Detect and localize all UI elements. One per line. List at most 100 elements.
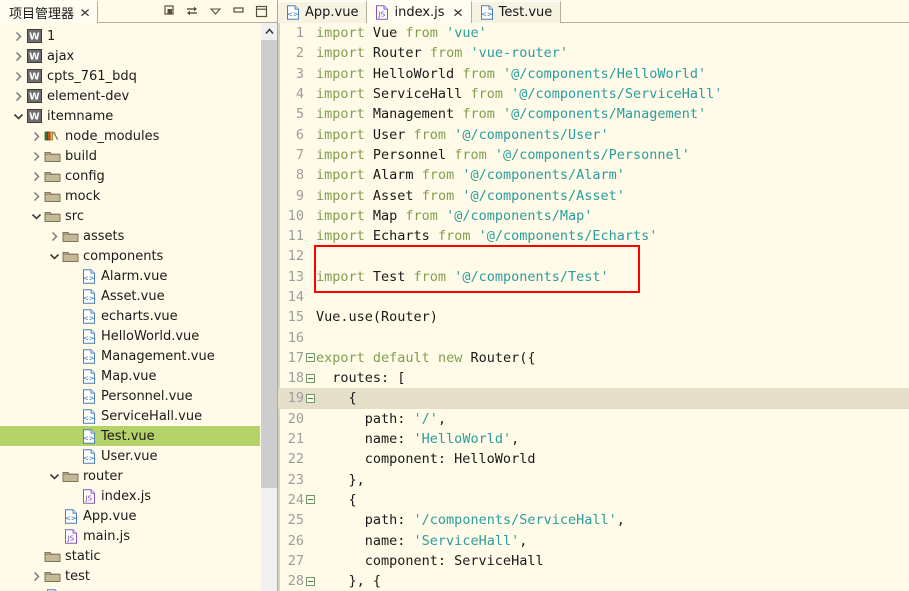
code-line[interactable]: 23 }, bbox=[278, 470, 909, 490]
line-number: 9 bbox=[295, 187, 304, 204]
code-line[interactable]: 19 { bbox=[278, 388, 909, 409]
tree-item-label: index.js bbox=[101, 488, 152, 504]
editor-tab-test-vue[interactable]: <> Test.vue bbox=[471, 1, 562, 23]
code-line[interactable]: 11 import Echarts from '@/components/Echa… bbox=[278, 226, 909, 246]
tree-item-build[interactable]: build bbox=[0, 146, 260, 166]
tree-item-management-vue[interactable]: <> Management.vue bbox=[0, 346, 260, 366]
scrollbar-thumb[interactable] bbox=[261, 40, 277, 488]
chevron-right-icon[interactable] bbox=[10, 48, 26, 64]
chevron-right-icon[interactable] bbox=[28, 128, 44, 144]
tree-item-ajax[interactable]: Wajax bbox=[0, 46, 260, 66]
chevron-right-icon[interactable] bbox=[10, 68, 26, 84]
tree-item-config[interactable]: config bbox=[0, 166, 260, 186]
view-menu-icon[interactable] bbox=[208, 4, 223, 19]
tree-item-element-dev[interactable]: Welement-dev bbox=[0, 86, 260, 106]
tree-item-asset-vue[interactable]: <> Asset.vue bbox=[0, 286, 260, 306]
code-line[interactable]: 2 import Router from 'vue-router' bbox=[278, 43, 909, 63]
code-line[interactable]: 28 }, { bbox=[278, 571, 909, 591]
code-editor[interactable]: 1 import Vue from 'vue' 2 import Router fro… bbox=[278, 23, 909, 591]
chevron-down-icon[interactable] bbox=[28, 208, 44, 224]
tree-item-node-modules[interactable]: node_modules bbox=[0, 126, 260, 146]
tree-item-label: Map.vue bbox=[101, 368, 157, 384]
chevron-down-icon[interactable] bbox=[46, 248, 62, 264]
code-text: { bbox=[316, 390, 357, 407]
collapse-all-icon[interactable] bbox=[162, 4, 177, 19]
chevron-right-icon[interactable] bbox=[28, 168, 44, 184]
tree-item-map-vue[interactable]: <> Map.vue bbox=[0, 366, 260, 386]
tree-item-static[interactable]: static bbox=[0, 546, 260, 566]
code-line[interactable]: 1 import Vue from 'vue' bbox=[278, 23, 909, 43]
chevron-down-icon[interactable] bbox=[10, 108, 26, 124]
code-line[interactable]: 21 name: 'HelloWorld', bbox=[278, 429, 909, 449]
tree-item-assets[interactable]: assets bbox=[0, 226, 260, 246]
fold-collapse-icon[interactable] bbox=[304, 393, 316, 403]
code-line[interactable]: 26 name: 'ServiceHall', bbox=[278, 530, 909, 550]
chevron-right-icon[interactable] bbox=[28, 568, 44, 584]
fold-collapse-icon[interactable] bbox=[304, 353, 316, 363]
code-line[interactable]: 16 bbox=[278, 327, 909, 347]
tree-item[interactable]: <> bbox=[0, 586, 260, 591]
project-tree[interactable]: W 1 Wajax Wcpts_761_bdq Welement-dev Witemnam… bbox=[0, 23, 260, 591]
code-line[interactable]: 22 component: HelloWorld bbox=[278, 449, 909, 469]
chevron-right-icon[interactable] bbox=[10, 88, 26, 104]
maximize-icon[interactable] bbox=[254, 4, 269, 19]
tree-item-test-vue[interactable]: <> Test.vue bbox=[0, 426, 260, 446]
code-line[interactable]: 6 import User from '@/components/User' bbox=[278, 124, 909, 144]
chevron-right-icon[interactable] bbox=[10, 28, 26, 44]
chevron-right-icon[interactable] bbox=[28, 148, 44, 164]
tree-item-label: src bbox=[65, 208, 84, 224]
chevron-down-icon[interactable] bbox=[46, 468, 62, 484]
code-line[interactable]: 15 Vue.use(Router) bbox=[278, 307, 909, 327]
code-line[interactable]: 5 import Management from '@/components/Ma… bbox=[278, 104, 909, 124]
tab-project-explorer[interactable]: 项目管理器 ✕ bbox=[0, 1, 99, 23]
tree-item-main-js[interactable]: JS main.js bbox=[0, 526, 260, 546]
code-line[interactable]: 27 component: ServiceHall bbox=[278, 551, 909, 571]
tree-item-itemname[interactable]: Witemname bbox=[0, 106, 260, 126]
minimize-icon[interactable] bbox=[231, 4, 246, 19]
tree-item-app-vue[interactable]: <> App.vue bbox=[0, 506, 260, 526]
code-line[interactable]: 20 path: '/', bbox=[278, 409, 909, 429]
svg-text:JS: JS bbox=[84, 494, 92, 502]
code-line[interactable]: 12 bbox=[278, 246, 909, 266]
code-line[interactable]: 8 import Alarm from '@/components/Alarm' bbox=[278, 165, 909, 185]
code-line[interactable]: 13 import Test from '@/components/Test' bbox=[278, 267, 909, 287]
code-line[interactable]: 3 import HelloWorld from '@/components/He… bbox=[278, 64, 909, 84]
tree-item-router[interactable]: router bbox=[0, 466, 260, 486]
tree-item-mock[interactable]: mock bbox=[0, 186, 260, 206]
tree-item-index-js[interactable]: JS index.js bbox=[0, 486, 260, 506]
tree-item-user-vue[interactable]: <> User.vue bbox=[0, 446, 260, 466]
tree-item-echarts-vue[interactable]: <> echarts.vue bbox=[0, 306, 260, 326]
chevron-right-icon[interactable] bbox=[46, 228, 62, 244]
fold-collapse-icon[interactable] bbox=[304, 576, 316, 586]
svg-text:<>: <> bbox=[82, 414, 94, 422]
code-line[interactable]: 14 bbox=[278, 287, 909, 307]
tree-item-1[interactable]: W1 bbox=[0, 26, 260, 46]
code-line[interactable]: 4 import ServiceHall from '@/components/S… bbox=[278, 84, 909, 104]
editor-tab-app-vue[interactable]: <> App.vue bbox=[278, 1, 368, 23]
tree-item-cpts-761-bdq[interactable]: Wcpts_761_bdq bbox=[0, 66, 260, 86]
tree-item-components[interactable]: components bbox=[0, 246, 260, 266]
tree-item-personnel-vue[interactable]: <> Personnel.vue bbox=[0, 386, 260, 406]
close-icon[interactable]: ✕ bbox=[452, 7, 464, 19]
code-line[interactable]: 24 { bbox=[278, 490, 909, 510]
tree-item-test[interactable]: test bbox=[0, 566, 260, 586]
code-line[interactable]: 17 export default new Router({ bbox=[278, 348, 909, 368]
code-line[interactable]: 18 routes: [ bbox=[278, 368, 909, 388]
scroll-up-icon[interactable] bbox=[261, 23, 277, 40]
close-icon[interactable]: ✕ bbox=[79, 7, 91, 19]
code-line[interactable]: 9 import Asset from '@/components/Asset' bbox=[278, 185, 909, 205]
code-line[interactable]: 25 path: '/components/ServiceHall', bbox=[278, 510, 909, 530]
code-line[interactable]: 7 import Personnel from '@/components/Per… bbox=[278, 145, 909, 165]
fold-collapse-icon[interactable] bbox=[304, 495, 316, 505]
link-with-editor-icon[interactable] bbox=[185, 4, 200, 19]
tree-item-label: ajax bbox=[47, 48, 75, 64]
tree-item-src[interactable]: src bbox=[0, 206, 260, 226]
fold-collapse-icon[interactable] bbox=[304, 373, 316, 383]
code-line[interactable]: 10 import Map from '@/components/Map' bbox=[278, 206, 909, 226]
tree-item-helloworld-vue[interactable]: <> HelloWorld.vue bbox=[0, 326, 260, 346]
editor-tab-index-js[interactable]: JS index.js ✕ bbox=[367, 1, 472, 23]
chevron-right-icon[interactable] bbox=[28, 188, 44, 204]
tree-vertical-scrollbar[interactable] bbox=[260, 23, 277, 591]
tree-item-servicehall-vue[interactable]: <> ServiceHall.vue bbox=[0, 406, 260, 426]
tree-item-alarm-vue[interactable]: <> Alarm.vue bbox=[0, 266, 260, 286]
